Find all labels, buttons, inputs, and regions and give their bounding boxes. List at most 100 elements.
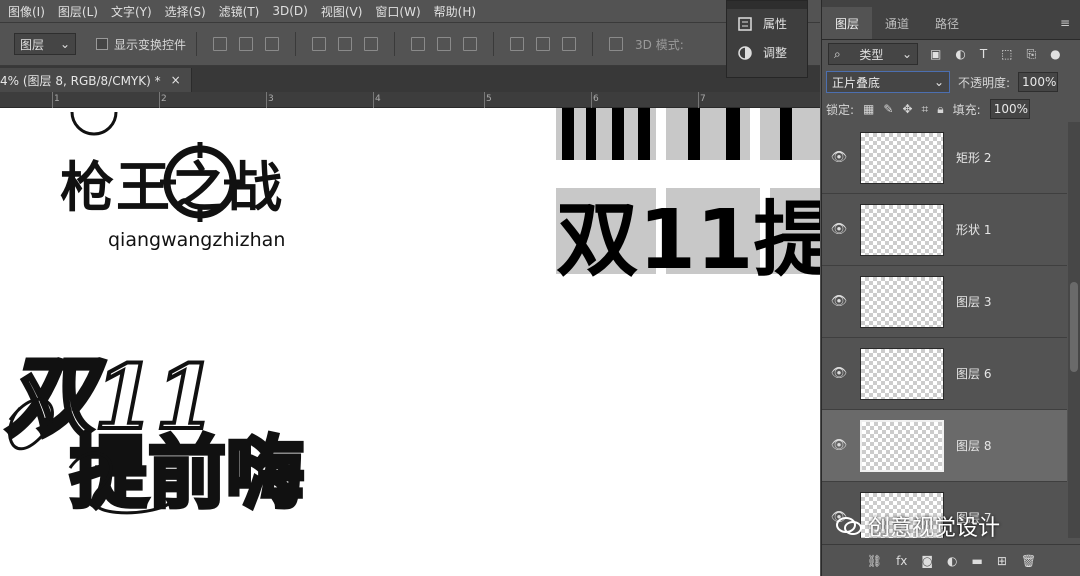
align-right-icon[interactable] [364, 37, 379, 51]
lock-transparent-icon[interactable]: ▦ [863, 102, 874, 116]
distribute-left-icon[interactable] [510, 37, 525, 51]
visibility-eye-icon[interactable]: 👁︎ [822, 150, 856, 165]
visibility-eye-icon[interactable]: 👁︎ [822, 438, 856, 453]
ruler-tick: 1 [54, 94, 60, 104]
ruler-mark [159, 92, 160, 108]
trash-icon[interactable]: 🗑︎ [1021, 554, 1036, 568]
tab-layers[interactable]: 图层 [822, 7, 873, 39]
ruler-tick: 6 [593, 94, 599, 104]
layers-panel: 图层 通道 路径 ≡ ⌕ 类型 ⌄ ▣ ◐ T ⬚ ⎘ ● 正片叠底 ⌄ 不透明… [821, 0, 1080, 576]
menu-3d[interactable]: 3D(D) [272, 4, 307, 18]
visibility-eye-icon[interactable]: 👁︎ [822, 222, 856, 237]
link-layers-icon[interactable]: ⛓︎ [867, 554, 882, 568]
scrollbar-thumb[interactable] [1070, 282, 1078, 372]
watermark-text: 创意视觉设计 [868, 516, 1001, 541]
layer-row[interactable]: 👁︎ 形状 1 [822, 194, 1067, 266]
chevron-down-icon: ⌄ [59, 37, 70, 51]
distribute-hcenter-icon[interactable] [536, 37, 551, 51]
menu-window[interactable]: 窗口(W) [375, 3, 420, 20]
search-icon: ⌕ [834, 46, 841, 61]
logo-pinyin: qiangwangzhizhan [108, 229, 285, 251]
menu-filter[interactable]: 滤镜(T) [219, 3, 260, 20]
smart-object-filter-icon[interactable]: ⎘ [1027, 47, 1037, 62]
panel-menu-icon[interactable]: ≡ [1060, 7, 1070, 39]
new-layer-icon[interactable]: ⊞ [997, 554, 1007, 568]
shape-filter-icon[interactable]: ⬚ [1001, 47, 1012, 62]
opacity-field[interactable]: 100% [1018, 72, 1059, 92]
layer-row[interactable]: 👁︎ 图层 3 [822, 266, 1067, 338]
filter-icons: ▣ ◐ T ⬚ ⎘ ● [930, 47, 1061, 62]
fill-field[interactable]: 100% [989, 99, 1030, 119]
layer-name: 形状 1 [956, 223, 992, 237]
horizontal-ruler: 1 2 3 4 5 6 7 [0, 92, 820, 108]
distribute-vcenter-icon[interactable] [437, 37, 452, 51]
visibility-eye-icon[interactable]: 👁︎ [822, 366, 856, 381]
align-top-icon[interactable] [213, 37, 228, 51]
menu-view[interactable]: 视图(V) [321, 3, 363, 20]
lock-artboard-icon[interactable]: ⌗ [922, 102, 929, 117]
show-transform-label: 显示变换控件 [114, 37, 187, 52]
auto-select-dropdown[interactable]: 图层 ⌄ [14, 33, 76, 55]
lock-image-icon[interactable]: ✎ [883, 102, 893, 116]
adjustments-icon [738, 45, 752, 60]
distribute-top-icon[interactable] [411, 37, 426, 51]
ruler-tick: 3 [268, 94, 274, 104]
close-icon[interactable]: × [171, 73, 181, 87]
ruler-mark [52, 92, 53, 108]
layer-row-selected[interactable]: 👁︎ 图层 8 [822, 410, 1067, 482]
layer-row[interactable]: 👁︎ 图层 6 [822, 338, 1067, 410]
filter-toggle-icon[interactable]: ● [1050, 47, 1060, 62]
lock-position-icon[interactable]: ✥ [902, 102, 912, 116]
checkbox-icon[interactable] [96, 38, 108, 50]
divider [295, 32, 297, 56]
glyph-stroke [780, 108, 792, 160]
tab-channels[interactable]: 通道 [872, 7, 922, 39]
panel-header[interactable] [727, 1, 807, 9]
layer-scrollbar[interactable] [1068, 122, 1080, 538]
ruler-mark [591, 92, 592, 108]
lock-label: 锁定: [826, 102, 855, 117]
properties-button[interactable]: 属性 [727, 9, 807, 38]
document-canvas[interactable]: 枪王之战 qiangwangzhizhan 双11提 双11 提前嗨 [0, 108, 820, 576]
show-transform-controls[interactable]: 显示变换控件 [96, 36, 186, 53]
logo-circle-partial [70, 111, 118, 136]
blend-mode-dropdown[interactable]: 正片叠底 ⌄ [826, 71, 950, 93]
tab-paths[interactable]: 路径 [922, 7, 972, 39]
align-left-icon[interactable] [312, 37, 327, 51]
pixel-filter-icon[interactable]: ▣ [930, 47, 941, 62]
menu-layer[interactable]: 图层(L) [58, 3, 98, 20]
adjustments-button[interactable]: 调整 [727, 38, 807, 67]
panel-tabs: 图层 通道 路径 ≡ [822, 0, 1080, 40]
distribute-bottom-icon[interactable] [463, 37, 478, 51]
add-mask-icon[interactable]: ◙ [921, 554, 933, 568]
divider [196, 32, 198, 56]
ruler-tick: 7 [700, 94, 706, 104]
document-tab-bar: 4% (图层 8, RGB/8/CMYK) * × [0, 66, 820, 92]
filter-kind-dropdown[interactable]: ⌕ 类型 ⌄ [828, 43, 918, 65]
distribute-right-icon[interactable] [562, 37, 577, 51]
fx-icon[interactable]: fx [896, 554, 907, 568]
type-filter-icon[interactable]: T [980, 47, 987, 62]
visibility-eye-icon[interactable]: 👁︎ [822, 294, 856, 309]
layer-thumbnail [860, 131, 944, 184]
layer-filter-row: ⌕ 类型 ⌄ ▣ ◐ T ⬚ ⎘ ● [822, 40, 1080, 68]
align-vcenter-icon[interactable] [239, 37, 254, 51]
align-hcenter-icon[interactable] [338, 37, 353, 51]
glyph-stroke [638, 108, 650, 160]
menu-image[interactable]: 图像(I) [8, 3, 45, 20]
divider [394, 32, 396, 56]
lock-all-icon[interactable]: 🔒︎ [937, 102, 943, 117]
ruler-tick: 5 [486, 94, 492, 104]
menu-help[interactable]: 帮助(H) [434, 3, 476, 20]
menu-select[interactable]: 选择(S) [165, 3, 206, 20]
adjustment-layer-icon[interactable]: ◐ [947, 554, 957, 568]
document-tab[interactable]: 4% (图层 8, RGB/8/CMYK) * × [0, 68, 192, 92]
new-group-icon[interactable]: ▬ [972, 554, 983, 568]
auto-align-icon[interactable] [609, 37, 624, 51]
menu-type[interactable]: 文字(Y) [111, 3, 152, 20]
adjustment-filter-icon[interactable]: ◐ [955, 47, 965, 62]
layer-row[interactable]: 👁︎ 矩形 2 [822, 122, 1067, 194]
align-bottom-icon[interactable] [265, 37, 280, 51]
menu-bar: 图像(I) 图层(L) 文字(Y) 选择(S) 滤镜(T) 3D(D) 视图(V… [0, 0, 820, 22]
auto-select-value: 图层 [20, 37, 45, 52]
